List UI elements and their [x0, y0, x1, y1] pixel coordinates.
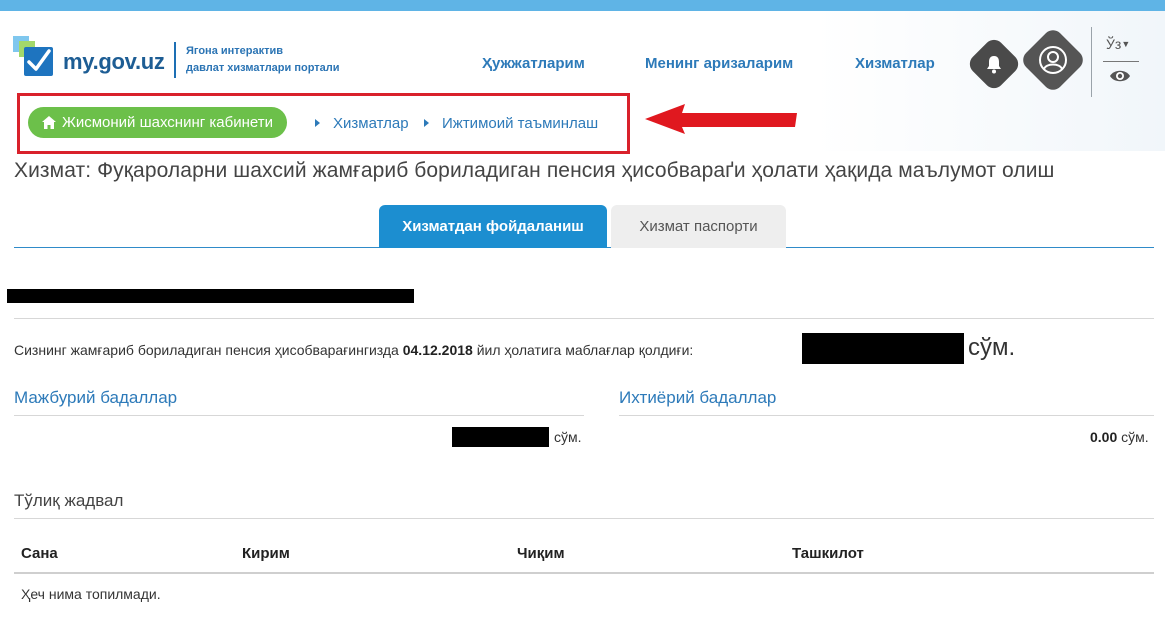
- voluntary-divider: [619, 415, 1154, 416]
- nav-my-applications[interactable]: Менинг аризаларим: [645, 55, 793, 72]
- redacted-balance-amount: [802, 333, 964, 364]
- breadcrumb-item-services[interactable]: Хизматлар: [333, 115, 409, 132]
- page-title: Хизмат: Фуқароларни шахсий жамғариб бори…: [14, 159, 1055, 182]
- column-header-income: Кирим: [242, 545, 290, 562]
- mandatory-contributions-title: Мажбурий бадаллар: [14, 388, 178, 407]
- language-divider: [1103, 61, 1139, 62]
- voluntary-contributions-title: Ихтиёрий бадаллар: [619, 388, 777, 407]
- full-table-title: Тўлиқ жадвал: [14, 491, 124, 510]
- voluntary-amount-row: 0.00 сўм.: [1090, 429, 1149, 445]
- breadcrumb-item-social-security[interactable]: Ижтимоий таъминлаш: [442, 115, 598, 132]
- balance-date: 04.12.2018: [402, 342, 473, 358]
- user-icon: [1027, 34, 1079, 86]
- nav-services[interactable]: Хизматлар: [855, 55, 935, 72]
- table-header-divider: [14, 572, 1154, 574]
- eye-icon[interactable]: [1109, 68, 1131, 84]
- logo-tagline: Ягона интерактив давлат хизматлари порта…: [186, 43, 340, 77]
- logo-divider: [174, 42, 176, 78]
- mandatory-currency: сўм.: [554, 429, 582, 445]
- balance-suffix: йил ҳолатига маблағлар қолдиғи:: [476, 342, 694, 358]
- column-header-organization: Ташкилот: [792, 545, 864, 562]
- breadcrumb-separator-icon: [315, 119, 320, 127]
- tab-use-service[interactable]: Хизматдан фойдаланиш: [379, 205, 607, 248]
- top-color-strip: [0, 0, 1165, 11]
- bell-icon: [974, 44, 1014, 84]
- mandatory-divider: [14, 415, 584, 416]
- balance-prefix: Сизнинг жамғариб бориладиган пенсия ҳисо…: [14, 342, 399, 358]
- header-divider: [1091, 27, 1092, 97]
- logo-checkmark-icon: [13, 36, 53, 76]
- caret-down-icon: ▼: [1121, 39, 1131, 49]
- site-logo[interactable]: my.gov.uz Ягона интерактив давлат хизмат…: [13, 36, 358, 82]
- breadcrumb-separator-icon: [424, 119, 429, 127]
- voluntary-currency: сўм.: [1121, 429, 1149, 445]
- annotation-arrow-icon: [645, 104, 797, 134]
- redacted-name: [7, 289, 414, 303]
- redacted-mandatory-amount: [452, 427, 549, 447]
- language-label: Ўз: [1106, 36, 1122, 52]
- tab-service-passport[interactable]: Хизмат паспорти: [611, 205, 786, 248]
- nav-documents[interactable]: Ҳужжатларим: [482, 55, 585, 72]
- voluntary-amount: 0.00: [1090, 429, 1118, 445]
- logo-text: my.gov.uz: [63, 49, 165, 74]
- section-divider: [14, 318, 1154, 319]
- logo-tagline-line2: давлат хизматлари портали: [186, 62, 340, 74]
- table-title-divider: [14, 518, 1154, 519]
- breadcrumb-home-label: Жисмоний шахснинг кабинети: [62, 114, 273, 131]
- balance-currency: сўм.: [968, 334, 1016, 361]
- language-selector[interactable]: Ўз▼: [1106, 36, 1130, 52]
- breadcrumb-home-button[interactable]: Жисмоний шахснинг кабинети: [28, 107, 287, 138]
- table-empty-message: Ҳеч нима топилмади.: [21, 586, 161, 602]
- home-icon: [42, 116, 56, 129]
- column-header-expense: Чиқим: [517, 545, 565, 562]
- balance-statement: Сизнинг жамғариб бориладиган пенсия ҳисо…: [14, 342, 693, 358]
- logo-tagline-line1: Ягона интерактив: [186, 45, 284, 57]
- column-header-date: Сана: [21, 545, 58, 562]
